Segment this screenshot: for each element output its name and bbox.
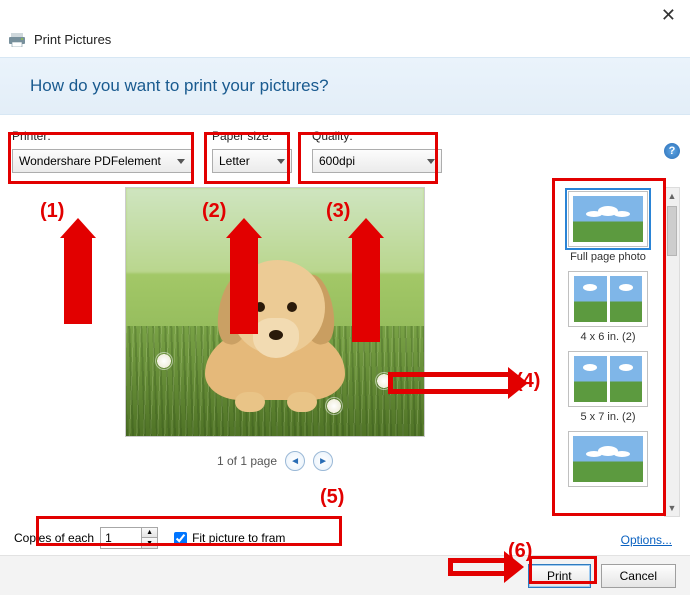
printer-field: Printer: Wondershare PDFelement — [12, 129, 192, 173]
template-option[interactable]: 4 x 6 in. (2) — [568, 271, 648, 343]
copies-group: Copies of each ▲ ▼ — [14, 527, 158, 549]
template-option[interactable]: Full page photo — [568, 191, 648, 263]
print-button[interactable]: Print — [528, 564, 591, 588]
template-thumb — [568, 271, 648, 327]
quality-select[interactable]: 600dpi — [312, 149, 442, 173]
quality-field: Quality: 600dpi — [312, 129, 442, 173]
window-title: Print Pictures — [34, 32, 111, 47]
copies-spinner[interactable]: ▲ ▼ — [100, 527, 158, 549]
dialog-buttons: Print Cancel — [0, 555, 690, 595]
fit-label: Fit picture to fram — [192, 531, 285, 545]
copies-down-button[interactable]: ▼ — [141, 538, 157, 548]
pager-text: 1 of 1 page — [217, 454, 277, 468]
cancel-button[interactable]: Cancel — [601, 564, 676, 588]
templates-panel: Full page photo 4 x 6 in. (2) 5 x 7 in. (2… — [554, 187, 680, 517]
printer-value: Wondershare PDFelement — [19, 154, 161, 168]
prev-page-button[interactable]: ◄ — [285, 451, 305, 471]
template-label: Full page photo — [570, 251, 646, 263]
printer-select[interactable]: Wondershare PDFelement — [12, 149, 192, 173]
window-header: Print Pictures — [0, 30, 690, 57]
template-option[interactable] — [568, 431, 648, 491]
copies-up-button[interactable]: ▲ — [141, 528, 157, 538]
paper-value: Letter — [219, 154, 250, 168]
template-option[interactable]: 5 x 7 in. (2) — [568, 351, 648, 423]
templates-scrollbar[interactable]: ▲ ▼ — [664, 187, 680, 517]
quality-label: Quality: — [312, 129, 442, 143]
printer-label: Printer: — [12, 129, 192, 143]
copies-input[interactable] — [101, 528, 141, 548]
paper-select[interactable]: Letter — [212, 149, 292, 173]
scroll-thumb[interactable] — [667, 206, 677, 256]
scroll-up-icon[interactable]: ▲ — [665, 188, 679, 204]
template-thumb — [568, 191, 648, 247]
paper-field: Paper size: Letter — [212, 129, 292, 173]
banner-heading: How do you want to print your pictures? — [30, 76, 660, 96]
paper-label: Paper size: — [212, 129, 292, 143]
scroll-down-icon[interactable]: ▼ — [665, 500, 679, 516]
settings-row: Printer: Wondershare PDFelement Paper si… — [0, 115, 690, 179]
bottom-controls: Copies of each ▲ ▼ Fit picture to fram — [0, 521, 690, 555]
next-page-button[interactable]: ► — [313, 451, 333, 471]
fit-checkbox[interactable] — [174, 532, 187, 545]
template-thumb — [568, 351, 648, 407]
printer-icon — [8, 33, 26, 47]
template-label: 4 x 6 in. (2) — [580, 331, 635, 343]
template-label: 5 x 7 in. (2) — [580, 411, 635, 423]
fit-checkbox-group[interactable]: Fit picture to fram — [174, 531, 285, 545]
pager: 1 of 1 page ◄ ► — [217, 451, 333, 471]
help-icon[interactable]: ? — [664, 143, 680, 159]
preview-image — [125, 187, 425, 437]
close-icon[interactable]: ✕ — [661, 5, 676, 26]
template-thumb — [568, 431, 648, 487]
options-link[interactable]: Options... — [621, 533, 672, 547]
quality-value: 600dpi — [319, 154, 355, 168]
copies-label: Copies of each — [14, 531, 94, 545]
banner: How do you want to print your pictures? — [0, 57, 690, 115]
